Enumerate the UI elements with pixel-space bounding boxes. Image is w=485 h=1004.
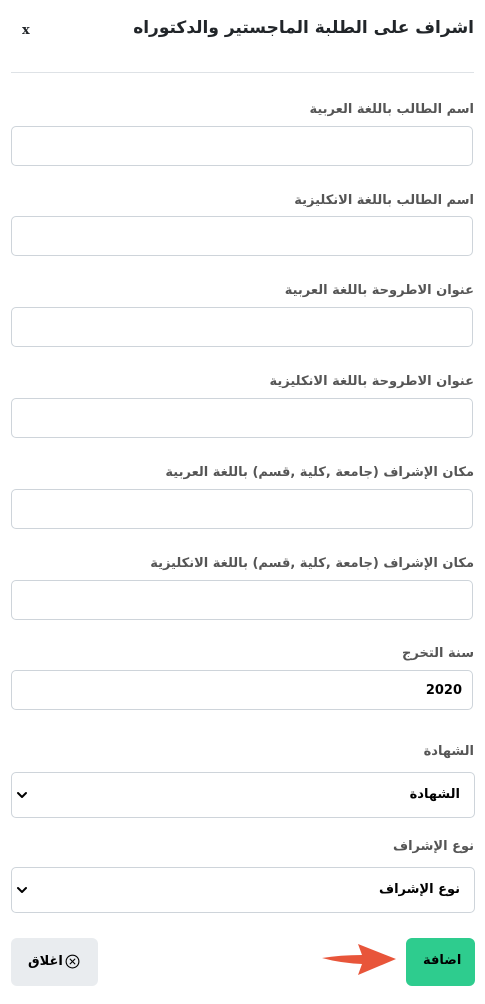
student-name-ar-label: اسم الطالب باللغة العربية xyxy=(309,102,474,117)
chevron-down-icon xyxy=(17,792,27,798)
place-en-label: مكان الإشراف (جامعة ,كلية ,قسم) باللغة ا… xyxy=(150,556,474,571)
student-name-ar-input[interactable] xyxy=(11,126,473,166)
modal-header: اشراف على الطلبة الماجستير والدكتوراه x xyxy=(11,0,474,73)
arrow-right-icon xyxy=(322,944,396,975)
modal-title: اشراف على الطلبة الماجستير والدكتوراه xyxy=(133,18,474,38)
supervision-type-selected-value: نوع الإشراف xyxy=(378,882,460,897)
student-name-en-input[interactable] xyxy=(11,216,473,256)
close-button[interactable]: اغلاق xyxy=(11,938,98,986)
x-circle-icon xyxy=(65,954,80,969)
chevron-down-icon xyxy=(17,887,27,893)
degree-select[interactable]: الشهادة xyxy=(11,772,475,818)
place-en-input[interactable] xyxy=(11,580,473,620)
supervision-type-select[interactable]: نوع الإشراف xyxy=(11,867,475,913)
place-ar-label: مكان الإشراف (جامعة ,كلية ,قسم) باللغة ا… xyxy=(165,465,474,480)
degree-label: الشهادة xyxy=(423,744,474,759)
grad-year-label: سنة التخرج xyxy=(402,646,474,661)
add-button[interactable]: اضافة xyxy=(406,938,475,986)
supervision-type-label: نوع الإشراف xyxy=(392,839,474,854)
place-ar-input[interactable] xyxy=(11,489,473,529)
student-name-en-label: اسم الطالب باللغة الانكليزية xyxy=(294,193,474,208)
thesis-title-ar-label: عنوان الاطروحة باللغة العربية xyxy=(284,283,474,298)
thesis-title-ar-input[interactable] xyxy=(11,307,473,347)
degree-selected-value: الشهادة xyxy=(409,787,460,802)
thesis-title-en-input[interactable] xyxy=(11,398,473,438)
modal-close-button[interactable]: x xyxy=(22,23,30,38)
grad-year-input[interactable] xyxy=(11,670,473,710)
add-button-label: اضافة xyxy=(423,953,462,968)
close-button-label: اغلاق xyxy=(28,954,63,969)
thesis-title-en-label: عنوان الاطروحة باللغة الانكليزية xyxy=(269,374,474,389)
